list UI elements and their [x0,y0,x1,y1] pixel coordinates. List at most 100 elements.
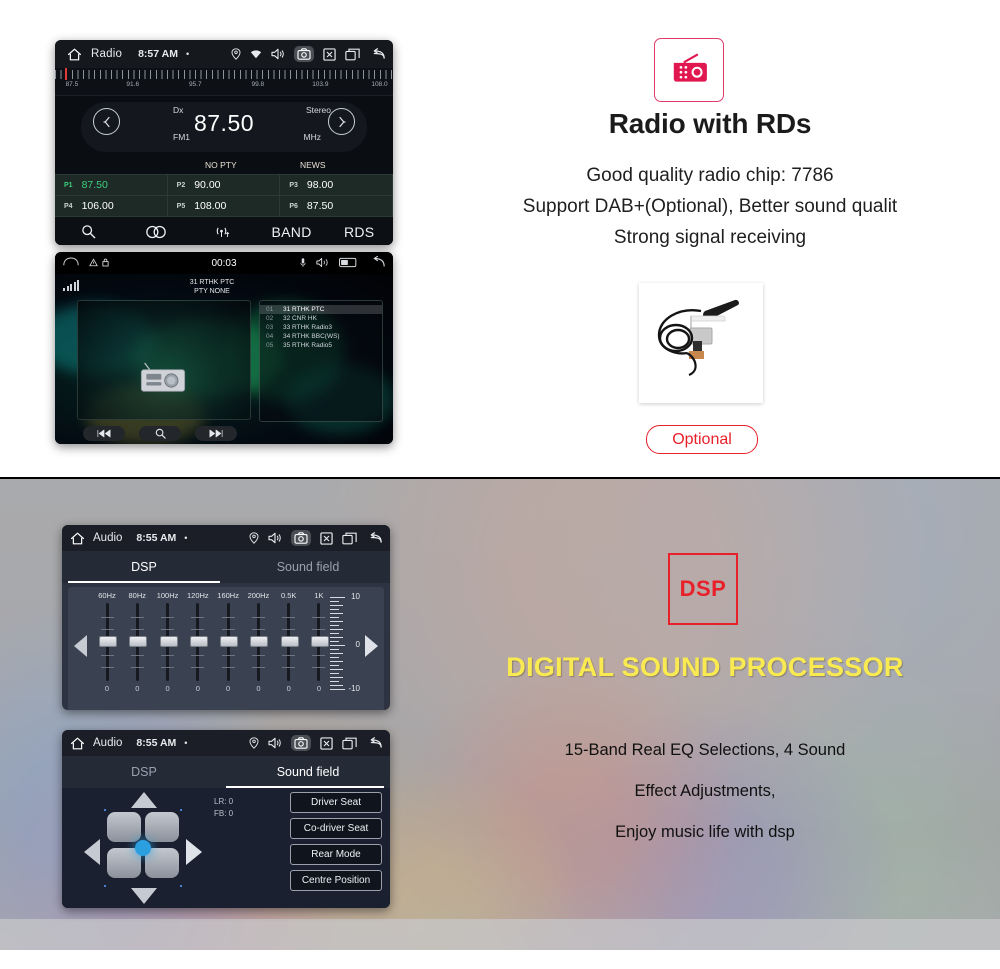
recent-apps-icon[interactable] [345,48,360,61]
pad-up-arrow-icon[interactable] [131,792,157,808]
eq-band[interactable]: 160Hz 0 [215,591,241,693]
back-icon[interactable] [368,255,385,270]
eq-band[interactable]: 0.5K 0 [276,591,302,693]
close-box-icon[interactable] [320,531,333,545]
eq-slider-thumb[interactable] [220,636,239,647]
rds-button[interactable]: RDS [325,224,393,240]
list-item[interactable]: 05 35 RTHK Radio5 [260,341,382,350]
tab-dsp[interactable]: DSP [62,756,226,788]
eq-page-prev-icon[interactable] [74,635,87,657]
sound-field-pad[interactable] [84,792,202,904]
frequency-display-panel: Dx FM1 87.50 Stereo MHz [55,96,393,158]
close-box-icon[interactable] [323,47,336,61]
preset-button[interactable]: P6 87.50 [280,196,393,217]
list-item[interactable]: 04 34 RTHK BBC(WS) [260,332,382,341]
driver-seat-button[interactable]: Driver Seat [290,792,382,813]
eq-slider[interactable] [189,603,208,681]
search-icon[interactable] [139,426,181,441]
volume-icon[interactable] [268,737,282,749]
band-button[interactable]: BAND [258,224,326,240]
prev-station-icon[interactable] [93,108,120,135]
preset-button[interactable]: P4 106.00 [55,196,168,217]
back-icon[interactable] [366,737,382,749]
preset-button[interactable]: P2 90.00 [167,175,281,196]
camera-icon[interactable] [294,46,314,62]
eq-slider[interactable] [250,603,269,681]
eq-slider[interactable] [159,603,178,681]
eq-slider-thumb[interactable] [129,636,148,647]
eq-slider-thumb[interactable] [159,636,178,647]
eq-slider-thumb[interactable] [99,636,117,647]
mic-icon[interactable] [300,257,306,270]
recent-apps-icon[interactable] [342,737,357,750]
volume-icon[interactable] [316,257,329,270]
search-icon[interactable] [55,224,123,239]
eq-slider-thumb[interactable] [250,636,269,647]
eq-slider[interactable] [129,603,148,681]
seat-front-left-icon[interactable] [107,812,141,842]
eq-slider[interactable] [99,603,117,681]
preset-button[interactable]: P1 87.50 [55,175,168,196]
antenna-icon[interactable] [190,225,258,239]
next-track-icon[interactable] [195,426,237,441]
eq-band-label: 100Hz [156,591,179,600]
radio-feature-bullets: Good quality radio chip: 7786 Support DA… [420,160,1000,253]
eq-slider[interactable] [310,603,329,681]
eq-band[interactable]: 200Hz 0 [245,591,271,693]
location-icon[interactable] [249,532,259,544]
eq-band[interactable]: 100Hz 0 [155,591,181,693]
pad-right-arrow-icon[interactable] [186,839,202,865]
tab-sound-field[interactable]: Sound field [226,756,390,788]
eq-slider-thumb[interactable] [189,636,208,647]
eq-band[interactable]: 120Hz 0 [185,591,211,693]
close-box-icon[interactable] [320,736,333,750]
sound-field-panel: LR: 0 FB: 0 Driver Seat Co-driver Seat R… [62,788,390,908]
camera-icon[interactable] [291,735,311,751]
rear-mode-button[interactable]: Rear Mode [290,844,382,865]
eq-page-next-icon[interactable] [365,635,378,657]
back-icon[interactable] [369,48,385,60]
eq-slider-thumb[interactable] [310,636,329,647]
preset-value: 87.50 [306,200,334,212]
tab-dsp[interactable]: DSP [62,551,226,583]
eq-slider[interactable] [220,603,239,681]
preset-button[interactable]: P5 108.00 [167,196,281,217]
eq-slider-thumb[interactable] [280,636,299,647]
pad-left-arrow-icon[interactable] [84,839,100,865]
list-item[interactable]: 01 31 RTHK PTC [260,305,382,314]
centre-position-button[interactable]: Centre Position [290,870,382,891]
wifi-icon[interactable] [250,49,262,59]
co-driver-seat-button[interactable]: Co-driver Seat [290,818,382,839]
scale-label: 91.6 [126,81,140,88]
home-icon[interactable] [63,48,85,61]
list-item[interactable]: 02 32 CNR HK [260,314,382,323]
statusbar-time: 8:57 AM [138,48,178,60]
eq-band[interactable]: 60Hz 0 [94,591,120,693]
eq-band[interactable]: 80Hz 0 [124,591,150,693]
sound-field-focus-handle[interactable] [135,840,151,856]
list-item[interactable]: 03 33 RTHK Radio3 [260,323,382,332]
home-icon[interactable] [63,257,79,269]
recent-apps-icon[interactable] [342,532,357,545]
station-list[interactable]: 01 31 RTHK PTC 02 32 CNR HK 03 33 RTHK R… [259,300,383,422]
home-icon[interactable] [70,737,85,750]
back-icon[interactable] [366,532,382,544]
preset-button[interactable]: P3 98.00 [280,175,393,196]
volume-icon[interactable] [271,48,285,60]
location-icon[interactable] [231,48,241,60]
pad-down-arrow-icon[interactable] [131,888,157,904]
camera-icon[interactable] [291,530,311,546]
eq-slider[interactable] [280,603,299,681]
volume-icon[interactable] [268,532,282,544]
stereo-icon[interactable] [123,225,191,239]
radio-frequency-scale[interactable]: 87.5 91.6 95.7 99.8 103.9 108.0 [55,68,393,96]
tab-sound-field[interactable]: Sound field [226,551,390,583]
home-icon[interactable] [70,532,85,545]
eq-band[interactable]: 1K 0 [306,591,332,693]
previous-track-icon[interactable] [83,426,125,441]
location-icon[interactable] [249,737,259,749]
next-station-icon[interactable] [328,108,355,135]
preset-value: 98.00 [306,179,334,191]
seat-rear-right-icon[interactable] [145,848,179,878]
seat-front-right-icon[interactable] [145,812,179,842]
